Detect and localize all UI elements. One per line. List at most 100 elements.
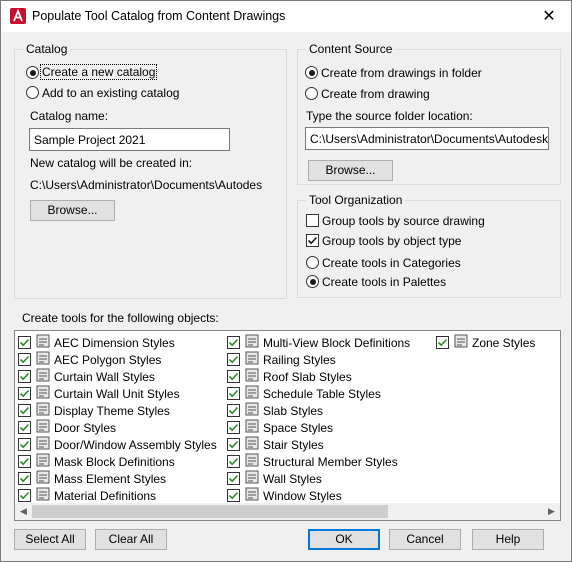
catalog-name-input[interactable]: Sample Project 2021	[29, 128, 230, 151]
title-bar[interactable]: Populate Tool Catalog from Content Drawi…	[1, 1, 571, 32]
create-in-categories-label[interactable]: Create tools in Categories	[322, 256, 461, 270]
object-label: Mass Element Styles	[54, 471, 167, 486]
scrollbar-thumb[interactable]	[32, 505, 388, 518]
object-list-item[interactable]: Railing Styles	[227, 351, 336, 368]
object-label: Multi-View Block Definitions	[263, 335, 411, 350]
tool-organization-legend: Tool Organization	[306, 193, 406, 207]
from-drawing-radio[interactable]	[305, 87, 318, 100]
catalog-location-value: C:\Users\Administrator\Documents\Autodes…	[30, 178, 262, 192]
group-by-source-label[interactable]: Group tools by source drawing	[322, 214, 485, 228]
object-checkbox[interactable]	[18, 336, 31, 349]
create-in-palettes-radio[interactable]	[306, 275, 319, 288]
object-label: Space Styles	[263, 420, 334, 435]
object-checkbox[interactable]	[227, 353, 240, 366]
object-label: Mask Block Definitions	[54, 454, 175, 469]
group-by-source-checkbox[interactable]	[306, 214, 319, 227]
object-checkbox[interactable]	[227, 370, 240, 383]
objects-list[interactable]: AEC Dimension Styles AEC Polygon Styles Cu…	[14, 330, 561, 521]
object-list-item[interactable]: Roof Slab Styles	[227, 368, 352, 385]
object-list-item[interactable]: Curtain Wall Unit Styles	[18, 385, 180, 402]
object-checkbox[interactable]	[227, 438, 240, 451]
object-checkbox[interactable]	[227, 404, 240, 417]
dialog-window: Populate Tool Catalog from Content Drawi…	[0, 0, 572, 562]
from-folder-radio[interactable]	[305, 66, 318, 79]
from-drawing-label[interactable]: Create from drawing	[321, 87, 430, 101]
object-list-item[interactable]: AEC Dimension Styles	[18, 334, 175, 351]
object-list-item[interactable]: Structural Member Styles	[227, 453, 398, 470]
object-list-item[interactable]: Door/Window Assembly Styles	[18, 436, 217, 453]
object-list-item[interactable]: Display Theme Styles	[18, 402, 170, 419]
source-browse-button[interactable]: Browse...	[308, 160, 393, 181]
object-list-item[interactable]: Door Styles	[18, 419, 116, 436]
object-list-item[interactable]: Curtain Wall Styles	[18, 368, 155, 385]
object-checkbox[interactable]	[18, 353, 31, 366]
object-checkbox[interactable]	[227, 421, 240, 434]
object-list-item[interactable]: Multi-View Block Definitions	[227, 334, 410, 351]
object-checkbox[interactable]	[227, 472, 240, 485]
object-label: Window Styles	[263, 488, 342, 503]
object-checkbox[interactable]	[436, 336, 449, 349]
object-list-item[interactable]: Zone Styles	[436, 334, 535, 351]
object-label: Schedule Table Styles	[263, 386, 381, 401]
object-list-item[interactable]: Mask Block Definitions	[18, 453, 175, 470]
from-folder-label[interactable]: Create from drawings in folder	[321, 66, 482, 80]
object-label: Curtain Wall Unit Styles	[54, 386, 180, 401]
catalog-legend: Catalog	[23, 42, 71, 56]
add-existing-catalog-radio[interactable]	[26, 86, 39, 99]
object-checkbox[interactable]	[227, 336, 240, 349]
scroll-right-icon[interactable]: ▶	[543, 503, 560, 520]
object-checkbox[interactable]	[18, 438, 31, 451]
object-label: Slab Styles	[263, 403, 324, 418]
object-label: Material Definitions	[54, 488, 157, 503]
object-list-item[interactable]: Mass Element Styles	[18, 470, 166, 487]
object-label: Structural Member Styles	[263, 454, 398, 469]
clear-all-button[interactable]: Clear All	[95, 529, 167, 550]
object-checkbox[interactable]	[227, 387, 240, 400]
catalog-name-label: Catalog name:	[30, 109, 109, 123]
object-list-item[interactable]: Window Styles	[227, 487, 342, 504]
object-checkbox[interactable]	[227, 455, 240, 468]
add-existing-catalog-label[interactable]: Add to an existing catalog	[42, 86, 179, 100]
scroll-left-icon[interactable]: ◀	[15, 503, 32, 520]
source-folder-input[interactable]: C:\Users\Administrator\Documents\Autodes…	[305, 127, 549, 150]
catalog-browse-button[interactable]: Browse...	[30, 200, 115, 221]
ok-button[interactable]: OK	[308, 529, 380, 550]
object-label: AEC Polygon Styles	[54, 352, 162, 367]
object-list-item[interactable]: Stair Styles	[227, 436, 324, 453]
create-new-catalog-radio[interactable]	[26, 66, 39, 79]
cancel-button[interactable]: Cancel	[389, 529, 461, 550]
object-label: Curtain Wall Styles	[54, 369, 155, 384]
help-button[interactable]: Help	[472, 529, 544, 550]
check-icon	[307, 236, 318, 245]
object-checkbox[interactable]	[18, 404, 31, 417]
create-in-palettes-label[interactable]: Create tools in Palettes	[322, 275, 446, 289]
create-in-categories-radio[interactable]	[306, 256, 319, 269]
catalog-location-label: New catalog will be created in:	[30, 156, 193, 170]
object-list-item[interactable]: Space Styles	[227, 419, 333, 436]
object-checkbox[interactable]	[18, 455, 31, 468]
object-checkbox[interactable]	[18, 370, 31, 383]
autocad-a-icon	[10, 8, 26, 24]
window-title: Populate Tool Catalog from Content Drawi…	[32, 9, 286, 23]
object-label: Display Theme Styles	[54, 403, 170, 418]
create-new-catalog-label[interactable]: Create a new catalog	[39, 64, 158, 80]
object-checkbox[interactable]	[18, 472, 31, 485]
object-type-icon	[453, 333, 472, 352]
object-list-item[interactable]: AEC Polygon Styles	[18, 351, 161, 368]
object-checkbox[interactable]	[18, 489, 31, 502]
object-checkbox[interactable]	[18, 387, 31, 400]
horizontal-scrollbar[interactable]: ◀ ▶	[15, 503, 560, 520]
object-list-item[interactable]: Wall Styles	[227, 470, 322, 487]
object-list-item[interactable]: Material Definitions	[18, 487, 156, 504]
group-by-type-checkbox[interactable]	[306, 234, 319, 247]
object-label: Railing Styles	[263, 352, 336, 367]
object-list-item[interactable]: Schedule Table Styles	[227, 385, 381, 402]
close-button[interactable]: ✕	[527, 1, 571, 31]
object-list-item[interactable]: Slab Styles	[227, 402, 323, 419]
object-label: Roof Slab Styles	[263, 369, 352, 384]
object-label: Stair Styles	[263, 437, 324, 452]
group-by-type-label[interactable]: Group tools by object type	[322, 234, 461, 248]
object-checkbox[interactable]	[227, 489, 240, 502]
select-all-button[interactable]: Select All	[14, 529, 86, 550]
object-checkbox[interactable]	[18, 421, 31, 434]
